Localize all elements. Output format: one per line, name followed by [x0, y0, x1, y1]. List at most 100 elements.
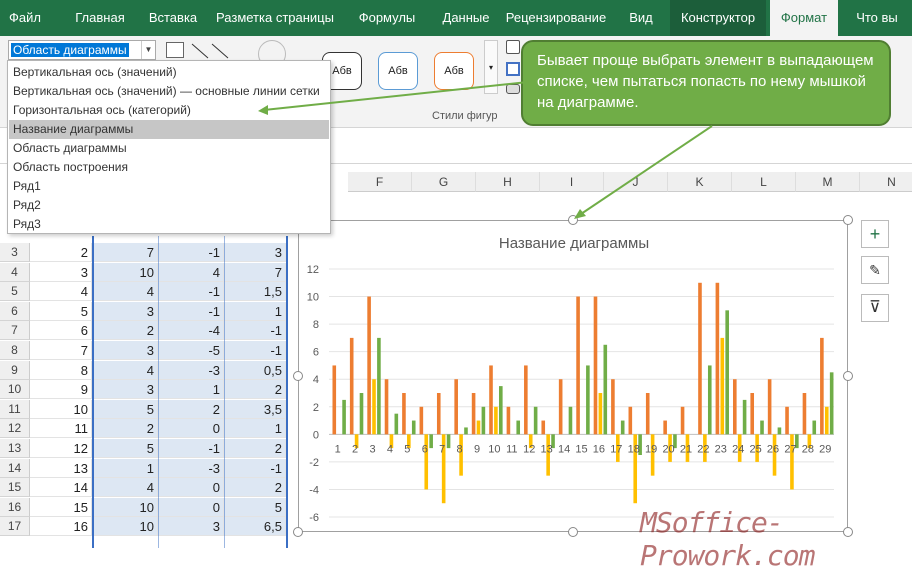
table-cell[interactable]: 15 — [30, 497, 92, 517]
tab-7[interactable]: Вид — [619, 0, 663, 36]
bar-series1[interactable] — [489, 365, 493, 435]
bar-series3[interactable] — [760, 420, 764, 435]
row-header[interactable]: 15 — [0, 478, 30, 498]
bar-series2[interactable] — [824, 406, 829, 435]
bar-series3[interactable] — [812, 420, 817, 435]
table-cell[interactable]: 2 — [224, 380, 286, 400]
bar-series1[interactable] — [454, 379, 458, 435]
table-cell[interactable]: 0 — [158, 419, 224, 439]
table-cell[interactable]: 3 — [92, 341, 158, 360]
table-cell[interactable]: 0,5 — [224, 360, 286, 380]
row-header[interactable]: 3 — [0, 243, 30, 262]
table-cell[interactable]: -1 — [224, 341, 286, 360]
bar-series1[interactable] — [802, 393, 807, 435]
chart-element-selector[interactable]: Область диаграммы ▼ — [8, 40, 156, 60]
bar-series2[interactable] — [720, 337, 725, 435]
table-cell[interactable]: -4 — [158, 321, 224, 341]
table-cell[interactable]: 3,5 — [224, 399, 286, 419]
table-cell[interactable]: 1,5 — [224, 282, 286, 302]
dropdown-item[interactable]: Ряд3 — [9, 215, 329, 234]
tab-8[interactable]: Конструктор — [670, 0, 766, 36]
bar-series1[interactable] — [419, 406, 424, 435]
bar-series3[interactable] — [777, 427, 782, 435]
bar-series3[interactable] — [446, 434, 451, 449]
chart-area[interactable]: Название диаграммы -6 -4 -2 0 2 4 6 8 10 12 1 2 3 4 5 6 7… — [298, 220, 848, 532]
bar-series2[interactable] — [598, 393, 603, 435]
table-cell[interactable]: -1 — [158, 439, 224, 458]
format-selection-icon[interactable] — [166, 42, 184, 58]
dropdown-item[interactable]: Ряд2 — [9, 196, 329, 215]
bar-series3[interactable] — [429, 434, 433, 449]
tab-9[interactable]: Формат — [770, 0, 838, 36]
bar-series1[interactable] — [680, 406, 685, 435]
table-cell[interactable]: 2 — [92, 321, 158, 341]
bar-series3[interactable] — [342, 399, 346, 435]
resize-handle[interactable] — [293, 371, 303, 381]
row-header[interactable]: 7 — [0, 321, 30, 341]
table-cell[interactable]: 10 — [92, 517, 158, 537]
table-cell[interactable]: 7 — [224, 262, 286, 282]
table-cell[interactable]: 8 — [30, 360, 92, 380]
bar-series3[interactable] — [568, 406, 573, 435]
bar-series1[interactable] — [436, 393, 441, 435]
bar-series3[interactable] — [411, 420, 416, 435]
column-header[interactable]: F — [348, 172, 412, 192]
bar-series3[interactable] — [603, 344, 608, 435]
bar-series1[interactable] — [506, 406, 511, 435]
bar-series1[interactable] — [645, 393, 650, 435]
bar-series3[interactable] — [499, 386, 503, 435]
table-cell[interactable]: 2 — [224, 478, 286, 498]
tab-4[interactable]: Формулы — [346, 0, 428, 36]
bar-series3[interactable] — [377, 337, 381, 435]
table-cell[interactable]: 1 — [92, 458, 158, 478]
dropdown-item[interactable]: Горизонтальная ось (категорий) — [9, 101, 329, 120]
outline-icon[interactable] — [506, 62, 520, 76]
table-cell[interactable]: -1 — [224, 321, 286, 341]
table-cell[interactable]: 5 — [92, 399, 158, 419]
tab-6[interactable]: Рецензирование — [503, 0, 609, 36]
effects-icon[interactable] — [506, 84, 520, 94]
bar-series2[interactable] — [494, 406, 498, 435]
table-cell[interactable]: 11 — [30, 419, 92, 439]
bar-series3[interactable] — [516, 420, 521, 435]
dropdown-item[interactable]: Область диаграммы — [9, 139, 329, 158]
bar-series1[interactable] — [733, 379, 737, 435]
bar-series1[interactable] — [471, 393, 476, 435]
table-cell[interactable]: -1 — [158, 282, 224, 302]
table-cell[interactable]: 16 — [30, 517, 92, 537]
table-cell[interactable]: -3 — [158, 360, 224, 380]
bar-series1[interactable] — [332, 365, 337, 435]
row-header[interactable]: 12 — [0, 419, 30, 439]
table-cell[interactable]: 4 — [92, 360, 158, 380]
column-header[interactable]: K — [668, 172, 732, 192]
table-cell[interactable]: -1 — [224, 458, 286, 478]
column-header[interactable]: J — [604, 172, 668, 192]
bar-series3[interactable] — [620, 420, 625, 435]
table-cell[interactable]: -5 — [158, 341, 224, 360]
table-cell[interactable]: 7 — [92, 243, 158, 262]
table-cell[interactable]: 4 — [92, 282, 158, 302]
bar-series3[interactable] — [394, 413, 399, 435]
table-cell[interactable]: 3 — [92, 380, 158, 400]
bar-series1[interactable] — [558, 379, 563, 435]
table-cell[interactable]: 4 — [92, 478, 158, 498]
row-header[interactable]: 16 — [0, 497, 30, 517]
chevron-down-icon[interactable]: ▼ — [141, 41, 155, 59]
table-cell[interactable]: 2 — [30, 243, 92, 262]
shape-style-2[interactable]: Абв — [378, 52, 418, 90]
line-shape-icon[interactable] — [190, 42, 230, 60]
bar-series3[interactable] — [829, 372, 834, 435]
table-cell[interactable]: 5 — [30, 301, 92, 321]
bar-series1[interactable] — [593, 296, 598, 435]
row-header[interactable]: 17 — [0, 517, 30, 537]
row-header[interactable]: 13 — [0, 439, 30, 458]
table-cell[interactable]: 10 — [92, 497, 158, 517]
tab-2[interactable]: Вставка — [140, 0, 206, 36]
resize-handle[interactable] — [843, 527, 853, 537]
table-cell[interactable]: 2 — [158, 399, 224, 419]
table-cell[interactable]: 4 — [30, 282, 92, 302]
table-cell[interactable]: 14 — [30, 478, 92, 498]
bar-series3[interactable] — [359, 393, 364, 435]
tab-1[interactable]: Главная — [64, 0, 136, 36]
dropdown-item[interactable]: Название диаграммы — [9, 120, 329, 139]
